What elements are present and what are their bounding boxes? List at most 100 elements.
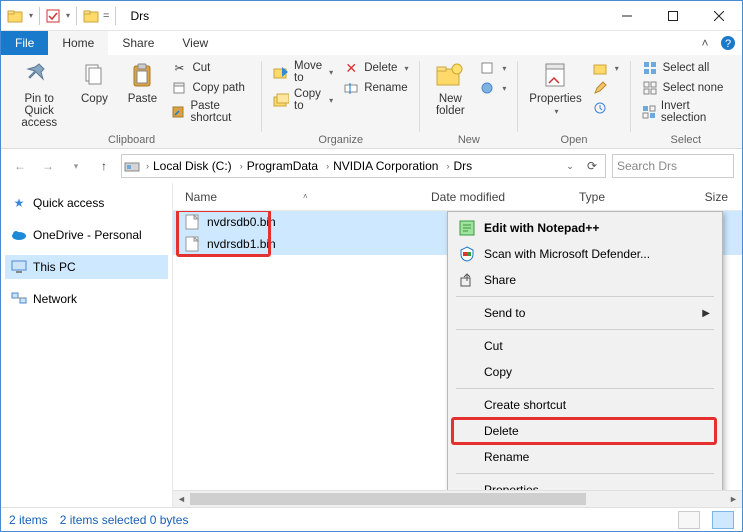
help-icon[interactable]: ? [714, 31, 742, 55]
tab-file[interactable]: File [1, 31, 48, 55]
paste-icon [126, 59, 158, 91]
ctx-cut[interactable]: Cut [450, 333, 720, 359]
copy-path-button[interactable]: Copy path [167, 79, 254, 97]
new-item-button[interactable]: ▾ [475, 59, 510, 77]
explorer-window: ▾ ▾ = Drs File Home Share View ˄ ? [0, 0, 743, 532]
select-none-button[interactable]: Select none [638, 79, 734, 97]
paste-button[interactable]: Paste [119, 57, 165, 107]
defender-icon [458, 245, 476, 263]
invert-selection-button[interactable]: Invert selection [638, 99, 734, 125]
ctx-share[interactable]: Share [450, 267, 720, 293]
edit-button[interactable] [588, 79, 623, 97]
window-title: Drs [124, 9, 149, 23]
ribbon: Pin to Quick access Copy Paste ✂Cut Copy… [1, 55, 742, 149]
chevron-right-icon: ▶ [702, 308, 710, 319]
crumb-1[interactable]: ›ProgramData [236, 159, 320, 173]
col-type[interactable]: Type [579, 190, 669, 204]
delete-button[interactable]: ✕Delete▾ [339, 59, 412, 77]
file-icon [185, 214, 201, 230]
ribbon-tabs: File Home Share View ˄ ? [1, 31, 742, 55]
status-bar: 2 items 2 items selected 0 bytes [1, 507, 742, 531]
move-to-button[interactable]: Move to▾ [269, 59, 337, 85]
cut-button[interactable]: ✂Cut [167, 59, 254, 77]
ctx-properties[interactable]: Properties [450, 477, 720, 490]
properties-button[interactable]: Properties▾ [525, 57, 585, 118]
history-button[interactable] [588, 99, 623, 117]
invert-selection-icon [642, 104, 656, 120]
up-button[interactable]: ↑ [93, 155, 115, 177]
rename-button[interactable]: Rename [339, 79, 412, 97]
forward-button[interactable]: → [37, 155, 59, 177]
scroll-thumb[interactable] [190, 493, 586, 505]
share-icon [458, 271, 476, 289]
ctx-create-shortcut[interactable]: Create shortcut [450, 392, 720, 418]
tab-share[interactable]: Share [108, 31, 168, 55]
star-icon: ★ [11, 195, 27, 211]
network-icon [11, 291, 27, 307]
nav-onedrive[interactable]: OneDrive - Personal [5, 223, 168, 247]
view-details-button[interactable] [678, 511, 700, 529]
new-folder-button[interactable]: New folder [427, 57, 473, 119]
ctx-edit-npp[interactable]: Edit with Notepad++ [450, 215, 720, 241]
col-date[interactable]: Date modified [431, 190, 579, 204]
recent-dropdown[interactable]: ▾ [65, 155, 87, 177]
copy-to-icon [273, 92, 289, 108]
col-name[interactable]: Name˄ [173, 190, 431, 204]
crumb-3[interactable]: ›Drs [442, 159, 474, 173]
nav-network[interactable]: Network [5, 287, 168, 311]
minimize-button[interactable] [604, 1, 650, 31]
col-size[interactable]: Size [669, 190, 742, 204]
chevron-down-icon: ▾ [615, 64, 619, 73]
crumb-0[interactable]: ›Local Disk (C:) [142, 159, 234, 173]
close-button[interactable] [696, 1, 742, 31]
copy-to-button[interactable]: Copy to▾ [269, 87, 337, 113]
properties-icon [539, 59, 571, 91]
address-bar[interactable]: ›Local Disk (C:) ›ProgramData ›NVIDIA Co… [121, 154, 606, 178]
rename-icon [343, 80, 359, 96]
pin-quick-access-button[interactable]: Pin to Quick access [9, 57, 69, 131]
view-large-button[interactable] [712, 511, 734, 529]
qat-customize-icon[interactable]: = [103, 10, 109, 22]
ctx-rename[interactable]: Rename [450, 444, 720, 470]
properties-qat-icon[interactable] [46, 9, 60, 23]
nav-this-pc[interactable]: This PC [5, 255, 168, 279]
scroll-right-icon[interactable]: ► [725, 494, 742, 504]
qat-dropdown-icon[interactable]: ▾ [66, 11, 70, 20]
group-clipboard: Pin to Quick access Copy Paste ✂Cut Copy… [5, 57, 258, 148]
select-all-button[interactable]: Select all [638, 59, 734, 77]
ctx-copy[interactable]: Copy [450, 359, 720, 385]
back-button[interactable]: ← [9, 155, 31, 177]
crumb-2[interactable]: ›NVIDIA Corporation [322, 159, 440, 173]
cloud-icon [11, 227, 27, 243]
svg-text:?: ? [725, 38, 731, 50]
context-menu: Edit with Notepad++ Scan with Microsoft … [447, 211, 723, 490]
h-scrollbar[interactable]: ◄ ► [173, 490, 742, 507]
pc-icon [11, 259, 27, 275]
qat-dropdown-icon[interactable]: ▾ [29, 11, 33, 20]
copy-button[interactable]: Copy [71, 57, 117, 107]
tab-home[interactable]: Home [48, 31, 108, 55]
select-all-icon [642, 60, 658, 76]
open-button[interactable]: ▾ [588, 59, 623, 77]
group-open: Properties▾ ▾ Open [521, 57, 626, 148]
scroll-left-icon[interactable]: ◄ [173, 494, 190, 504]
refresh-button[interactable]: ⟳ [581, 155, 603, 177]
chevron-down-icon: ▾ [502, 84, 506, 93]
tab-view[interactable]: View [168, 31, 222, 55]
new-item-icon [479, 60, 495, 76]
addr-dropdown[interactable]: ⌄ [559, 155, 581, 177]
maximize-button[interactable] [650, 1, 696, 31]
ctx-send-to[interactable]: Send to▶ [450, 300, 720, 326]
ctx-scan[interactable]: Scan with Microsoft Defender... [450, 241, 720, 267]
ribbon-collapse-icon[interactable]: ˄ [696, 31, 714, 55]
nav-quick-access[interactable]: ★Quick access [5, 191, 168, 215]
search-input[interactable]: Search Drs [612, 154, 734, 178]
sort-asc-icon: ˄ [303, 192, 308, 201]
title-bar: ▾ ▾ = Drs [1, 1, 742, 31]
ctx-delete[interactable]: Delete [450, 418, 720, 444]
file-list[interactable]: nvdrsdb0.bin BIN File nvdrsdb1.bin BIN F… [173, 211, 742, 490]
paste-shortcut-button[interactable]: Paste shortcut [167, 99, 254, 125]
chevron-down-icon: ▾ [329, 68, 333, 77]
group-organize: Move to▾ Copy to▾ ✕Delete▾ Rename Organi… [265, 57, 416, 148]
easy-access-button[interactable]: ▾ [475, 79, 510, 97]
